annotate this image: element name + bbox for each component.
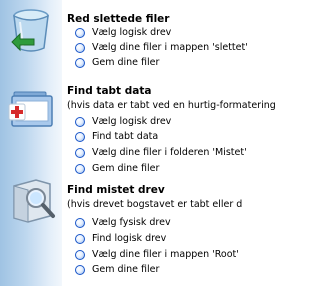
option-vaelg-fysisk-drev[interactable]: Vælg fysisk drev (75, 216, 171, 230)
section-title: Red slettede filer (67, 13, 170, 25)
radio-bullet-icon (75, 164, 85, 174)
drive-search-icon (13, 179, 55, 223)
content-panel: Red slettede filer Vælg logisk drev Vælg… (62, 0, 276, 286)
option-label: Vælg dine filer i mappen 'Root' (92, 249, 239, 260)
option-label: Gem dine filer (92, 57, 160, 68)
option-vaelg-logisk-drev[interactable]: Vælg logisk drev (75, 26, 171, 40)
option-label: Gem dine filer (92, 264, 160, 275)
option-label: Vælg dine filer i mappen 'slettet' (92, 42, 248, 53)
sidebar (0, 0, 62, 286)
radio-bullet-icon (75, 218, 85, 228)
option-label: Find logisk drev (92, 233, 167, 244)
section-title: Find tabt data (67, 85, 152, 97)
radio-bullet-icon (75, 58, 85, 68)
option-find-tabt-data[interactable]: Find tabt data (75, 130, 158, 144)
option-label: Vælg logisk drev (92, 116, 172, 127)
option-label: Vælg fysisk drev (92, 217, 171, 228)
option-label: Vælg logisk drev (92, 27, 172, 38)
option-label: Gem dine filer (92, 163, 160, 174)
radio-bullet-icon (75, 265, 85, 275)
section-description: (hvis drevet bogstavet er tabt eller d (67, 199, 243, 210)
option-vaelg-logisk-drev[interactable]: Vælg logisk drev (75, 115, 171, 129)
radio-bullet-icon (75, 250, 85, 260)
option-find-logisk-drev[interactable]: Find logisk drev (75, 232, 166, 246)
radio-bullet-icon (75, 234, 85, 244)
option-label: Vælg dine filer i folderen 'Mistet' (92, 147, 247, 158)
section-title: Find mistet drev (67, 184, 165, 196)
option-vaelg-filer-slettet[interactable]: Vælg dine filer i mappen 'slettet' (75, 41, 248, 55)
option-vaelg-filer-mistet[interactable]: Vælg dine filer i folderen 'Mistet' (75, 146, 247, 160)
option-gem-dine-filer[interactable]: Gem dine filer (75, 162, 159, 176)
option-label: Find tabt data (92, 131, 159, 142)
section-description: (hvis data er tabt ved en hurtig-formate… (67, 100, 276, 111)
recycle-bin-icon (11, 9, 49, 52)
option-vaelg-filer-root[interactable]: Vælg dine filer i mappen 'Root' (75, 248, 239, 262)
radio-bullet-icon (75, 28, 85, 38)
radio-bullet-icon (75, 43, 85, 53)
radio-bullet-icon (75, 117, 85, 127)
option-gem-dine-filer[interactable]: Gem dine filer (75, 263, 159, 277)
radio-bullet-icon (75, 132, 85, 142)
radio-bullet-icon (75, 148, 85, 158)
folder-plus-icon (8, 91, 53, 127)
option-gem-dine-filer[interactable]: Gem dine filer (75, 56, 159, 70)
